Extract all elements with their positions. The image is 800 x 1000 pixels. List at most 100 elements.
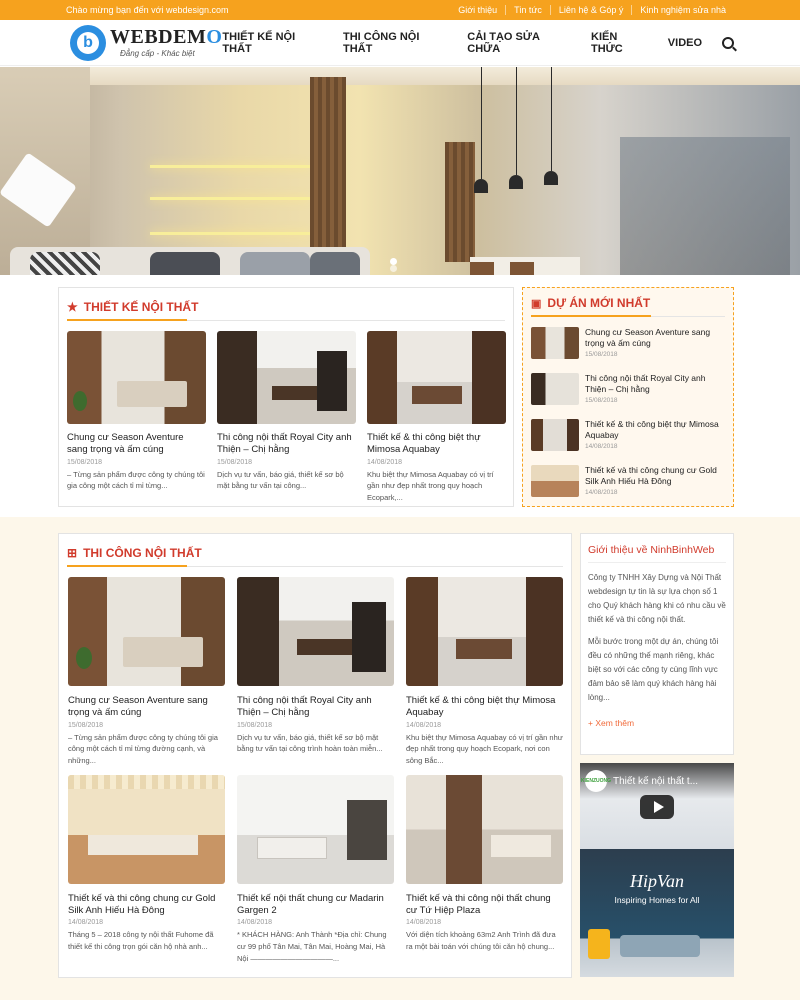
briefcase-icon: ▣ [531, 297, 542, 310]
post-title[interactable]: Thi công nội thất Royal City anh Thiện –… [237, 695, 394, 720]
slider-dot-2[interactable] [390, 265, 397, 272]
post-excerpt: Với diện tích khoảng 63m2 Anh Trình đã đ… [406, 930, 556, 951]
logo-letter: b [77, 31, 99, 54]
post-thumbnail[interactable] [406, 774, 563, 884]
video-embed[interactable]: KIENZUONG Thiết kế nội thất t... HipVan … [580, 763, 734, 977]
post-thumbnail[interactable] [68, 774, 225, 884]
play-icon[interactable] [640, 795, 674, 819]
post-card[interactable]: Thiết kế nội thất chung cư Madarin Garge… [237, 774, 394, 965]
video-ad-panel: HipVan Inspiring Homes for All [580, 849, 734, 977]
project-title[interactable]: Thiết kế & thi công biệt thự Mimosa Aqua… [585, 419, 725, 442]
logo-title-o: O [206, 26, 223, 48]
post-thumbnail[interactable] [237, 774, 394, 884]
section-interior-construction: ⊞ THI CÔNG NỘI THẤT Chung cư Season Aven… [58, 533, 572, 978]
read-more-link[interactable]: + Xem thêm [588, 718, 634, 728]
post-excerpt: – Từng sản phẩm được công ty chúng tôi g… [68, 732, 218, 765]
project-item[interactable]: Thiết kế và thi công chung cư Gold Silk … [531, 465, 725, 511]
project-thumbnail[interactable] [531, 327, 579, 359]
top-link-news[interactable]: Tin tức [505, 5, 550, 15]
post-title[interactable]: Thiết kế & thi công biệt thự Mimosa Aqua… [367, 432, 506, 457]
nav-knowledge[interactable]: KIẾN THỨC [591, 31, 652, 55]
post-card[interactable]: Thiết kế và thi công nội thất chung cư T… [406, 774, 563, 965]
project-list: Chung cư Season Aventure sang trọng và ấ… [523, 317, 733, 511]
post-thumbnail[interactable] [237, 577, 394, 686]
project-thumbnail[interactable] [531, 373, 579, 405]
project-date: 15/08/2018 [585, 396, 618, 404]
about-title: Giới thiệu về NinhBinhWeb [588, 544, 715, 556]
post-card[interactable]: Thiết kế và thi công chung cư Gold Silk … [68, 774, 225, 965]
hero-shelf [150, 232, 310, 235]
post-card[interactable]: Thiết kế & thi công biệt thự Mimosa Aqua… [367, 331, 506, 504]
post-card[interactable]: Thi công nội thất Royal City anh Thiện –… [217, 331, 356, 504]
site-logo[interactable]: b WEBDEMO Đẳng cấp - Khác biệt [70, 24, 222, 61]
pillow [30, 252, 100, 275]
post-title[interactable]: Thi công nội thất Royal City anh Thiện –… [217, 432, 356, 457]
post-title[interactable]: Chung cư Season Aventure sang trọng và ấ… [67, 432, 206, 457]
top-link-about[interactable]: Giới thiệu [450, 5, 505, 15]
pillow [150, 252, 220, 275]
top-link-experience[interactable]: Kinh nghiệm sửa nhà [631, 5, 734, 15]
project-title[interactable]: Thi công nội thất Royal City anh Thiện –… [585, 373, 725, 396]
post-thumbnail[interactable] [367, 331, 506, 424]
pendant-lamp [544, 171, 558, 185]
ad-brand: HipVan [630, 871, 684, 891]
post-date: 15/08/2018 [67, 458, 103, 466]
gift-icon: ⊞ [67, 546, 78, 560]
post-thumbnail[interactable] [68, 577, 225, 686]
post-excerpt: Dịch vụ tư vấn, báo giá, thiết kế sơ bộ … [237, 732, 383, 754]
post-title[interactable]: Thiết kế nội thất chung cư Madarin Garge… [237, 893, 394, 918]
logo-slogan: Đẳng cấp - Khác biệt [120, 49, 195, 58]
pendant-cord [551, 67, 552, 171]
widget-title-text: DỰ ÁN MỚI NHẤT [547, 296, 651, 310]
post-card[interactable]: Chung cư Season Aventure sang trọng và ấ… [67, 331, 206, 504]
nav-renovation[interactable]: CẢI TẠO SỬA CHỮA [467, 31, 575, 55]
dining-chair [510, 262, 534, 275]
project-title[interactable]: Thiết kế và thi công chung cư Gold Silk … [585, 465, 725, 488]
search-icon[interactable] [722, 36, 734, 49]
post-title[interactable]: Chung cư Season Aventure sang trọng và ấ… [68, 695, 225, 720]
section-title: ★ THIẾT KẾ NỘI THẤT [59, 288, 513, 314]
card-list-row-2: Thiết kế và thi công chung cư Gold Silk … [59, 767, 571, 965]
project-item[interactable]: Chung cư Season Aventure sang trọng và ấ… [531, 327, 725, 373]
hero-wood-panel [445, 142, 475, 262]
ad-sofa-image [620, 935, 700, 957]
post-thumbnail[interactable] [67, 331, 206, 424]
video-title-bar: KIENZUONG Thiết kế nội thất t... [580, 763, 734, 799]
post-date: 14/08/2018 [237, 919, 273, 927]
pendant-lamp [474, 179, 488, 193]
section-title-text[interactable]: THIẾT KẾ NỘI THẤT [84, 300, 199, 314]
logo-title: WEBDEMO [110, 27, 222, 47]
project-thumbnail[interactable] [531, 465, 579, 497]
post-date: 15/08/2018 [68, 721, 104, 729]
slider-dot-1[interactable] [390, 258, 397, 265]
section-title-text[interactable]: THI CÔNG NỘI THẤT [83, 546, 202, 560]
card-list: Chung cư Season Aventure sang trọng và ấ… [59, 321, 513, 504]
section-divider [67, 565, 563, 567]
post-title[interactable]: Thiết kế và thi công nội thất chung cư T… [406, 893, 563, 918]
pendant-lamp [509, 175, 523, 189]
top-link-contact[interactable]: Liên hệ & Góp ý [549, 5, 632, 15]
channel-avatar[interactable]: KIENZUONG [581, 770, 611, 792]
post-title[interactable]: Thiết kế & thi công biệt thự Mimosa Aqua… [406, 695, 563, 720]
top-links: Giới thiệu Tin tức Liên hệ & Góp ý Kinh … [450, 5, 734, 15]
pillow [240, 252, 310, 275]
about-paragraph: Công ty TNHH Xây Dựng và Nội Thất webdes… [588, 573, 726, 624]
post-title[interactable]: Thiết kế và thi công chung cư Gold Silk … [68, 893, 225, 918]
post-thumbnail[interactable] [217, 331, 356, 424]
post-card[interactable]: Thiết kế & thi công biệt thự Mimosa Aqua… [406, 577, 563, 767]
project-item[interactable]: Thi công nội thất Royal City anh Thiện –… [531, 373, 725, 419]
nav-video[interactable]: VIDEO [668, 37, 702, 49]
nav-interior-construction[interactable]: THI CÔNG NỘI THẤT [343, 31, 451, 55]
about-widget: Giới thiệu về NinhBinhWeb Công ty TNHH X… [580, 533, 734, 755]
pendant-cord [481, 67, 482, 179]
post-card[interactable]: Chung cư Season Aventure sang trọng và ấ… [68, 577, 225, 767]
post-card[interactable]: Thi công nội thất Royal City anh Thiện –… [237, 577, 394, 767]
main-nav: THIẾT KẾ NỘI THẤT THI CÔNG NỘI THẤT CẢI … [222, 31, 734, 55]
project-item[interactable]: Thiết kế & thi công biệt thự Mimosa Aqua… [531, 419, 725, 465]
video-title[interactable]: Thiết kế nội thất t... [613, 776, 698, 787]
project-thumbnail[interactable] [531, 419, 579, 451]
post-thumbnail[interactable] [406, 577, 563, 686]
project-title[interactable]: Chung cư Season Aventure sang trọng và ấ… [585, 327, 725, 350]
hero-slider[interactable] [0, 67, 800, 275]
nav-interior-design[interactable]: THIẾT KẾ NỘI THẤT [222, 31, 327, 55]
